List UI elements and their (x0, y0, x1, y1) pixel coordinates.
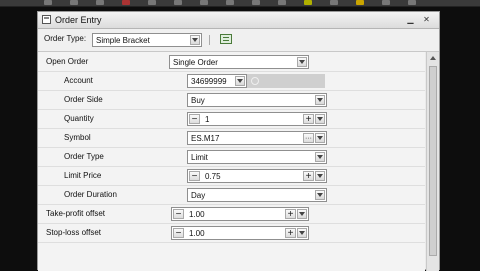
order-type-field-select[interactable]: Limit (187, 150, 327, 164)
open-order-value: Single Order (173, 58, 218, 67)
window-title: Order Entry (55, 15, 102, 25)
account-select[interactable]: 34699999 (187, 74, 247, 88)
row-divider (38, 147, 425, 148)
minus-icon[interactable]: − (173, 209, 184, 220)
chevron-down-icon[interactable] (235, 76, 245, 86)
plus-icon[interactable]: + (303, 114, 314, 125)
take-profit-label: Take-profit offset (46, 209, 105, 218)
chevron-down-icon[interactable] (297, 209, 307, 219)
order-type-value: Simple Bracket (96, 36, 150, 45)
toolbar-icon[interactable] (148, 0, 156, 5)
chevron-down-icon[interactable] (315, 114, 325, 124)
toolbar-icon[interactable] (278, 0, 286, 5)
row-divider (38, 185, 425, 186)
toolbar-icon[interactable] (408, 0, 416, 5)
minus-icon[interactable]: − (189, 114, 200, 125)
order-duration-select[interactable]: Day (187, 188, 327, 202)
limit-price-label: Limit Price (64, 171, 102, 180)
toolbar-icon[interactable] (382, 0, 390, 5)
window-icon (42, 15, 51, 24)
open-order-label: Open Order (46, 57, 89, 66)
chevron-down-icon[interactable] (297, 57, 307, 67)
symbol-value[interactable]: ES.M17 (191, 134, 219, 143)
row-divider (38, 166, 425, 167)
toolbar-icon[interactable] (70, 0, 78, 5)
window-titlebar[interactable]: Order Entry ▁ ✕ (38, 12, 439, 29)
quantity-value[interactable]: 1 (205, 115, 209, 124)
limit-price-stepper[interactable]: − 0.75 + (187, 169, 327, 183)
stop-loss-value[interactable]: 1.00 (189, 229, 205, 238)
info-icon (251, 77, 259, 85)
order-side-value: Buy (191, 96, 205, 105)
symbol-label: Symbol (64, 133, 91, 142)
chevron-down-icon[interactable] (315, 190, 325, 200)
order-duration-label: Order Duration (64, 190, 117, 199)
row-divider (38, 242, 425, 243)
chevron-down-icon[interactable] (315, 171, 325, 181)
limit-price-value[interactable]: 0.75 (205, 172, 221, 181)
symbol-field[interactable]: ES.M17 ··· (187, 131, 327, 145)
toolbar-icon[interactable] (330, 0, 338, 5)
quantity-stepper[interactable]: − 1 + (187, 112, 327, 126)
order-type-select[interactable]: Simple Bracket (92, 33, 202, 47)
open-order-select[interactable]: Single Order (169, 55, 309, 69)
warning-icon[interactable] (356, 0, 364, 5)
take-profit-value[interactable]: 1.00 (189, 210, 205, 219)
toolbar-icon[interactable] (200, 0, 208, 5)
order-type-toolbar: Order Type: Simple Bracket (38, 29, 439, 52)
plus-icon[interactable]: + (303, 171, 314, 182)
checklist-icon[interactable] (220, 34, 232, 44)
row-divider (38, 204, 425, 205)
plus-icon[interactable]: + (285, 209, 296, 220)
toolbar-icon[interactable] (252, 0, 260, 5)
chevron-down-icon[interactable] (190, 35, 200, 45)
account-info-area (247, 74, 325, 88)
row-divider (38, 128, 425, 129)
quantity-label: Quantity (64, 114, 94, 123)
minus-icon[interactable]: − (173, 228, 184, 239)
vertical-scrollbar[interactable] (426, 52, 439, 271)
row-divider (38, 90, 425, 91)
more-icon[interactable]: ··· (303, 133, 314, 143)
row-divider (38, 71, 425, 72)
order-type-field-label: Order Type (64, 152, 104, 161)
account-value: 34699999 (191, 77, 227, 86)
order-side-label: Order Side (64, 95, 103, 104)
scrollbar-thumb[interactable] (429, 66, 437, 256)
background-toolbar-strip (0, 0, 480, 7)
take-profit-stepper[interactable]: − 1.00 + (171, 207, 309, 221)
chevron-down-icon[interactable] (315, 133, 325, 143)
toolbar-icon[interactable] (304, 0, 312, 5)
stop-loss-stepper[interactable]: − 1.00 + (171, 226, 309, 240)
toolbar-icon[interactable] (226, 0, 234, 5)
toolbar-icon[interactable] (96, 0, 104, 5)
order-duration-value: Day (191, 191, 206, 200)
order-type-field-value: Limit (191, 153, 208, 162)
stop-loss-label: Stop-loss offset (46, 228, 101, 237)
chevron-down-icon[interactable] (315, 95, 325, 105)
account-label: Account (64, 76, 93, 85)
row-divider (38, 109, 425, 110)
order-side-select[interactable]: Buy (187, 93, 327, 107)
minus-icon[interactable]: − (189, 171, 200, 182)
scroll-up-icon[interactable] (430, 56, 436, 60)
order-type-label: Order Type: (44, 34, 87, 43)
minimize-icon[interactable]: ▁ (406, 16, 415, 24)
toolbar-icon[interactable] (122, 0, 130, 5)
order-entry-window: Order Entry ▁ ✕ Order Type: Simple Brack… (37, 11, 440, 271)
close-icon[interactable]: ✕ (422, 16, 431, 24)
chevron-down-icon[interactable] (297, 228, 307, 238)
toolbar-divider (209, 35, 210, 45)
toolbar-icon[interactable] (174, 0, 182, 5)
chevron-down-icon[interactable] (315, 152, 325, 162)
order-form-panel: Open Order Single Order Account 34699999… (38, 52, 425, 271)
toolbar-icon[interactable] (44, 0, 52, 5)
plus-icon[interactable]: + (285, 228, 296, 239)
row-divider (38, 223, 425, 224)
